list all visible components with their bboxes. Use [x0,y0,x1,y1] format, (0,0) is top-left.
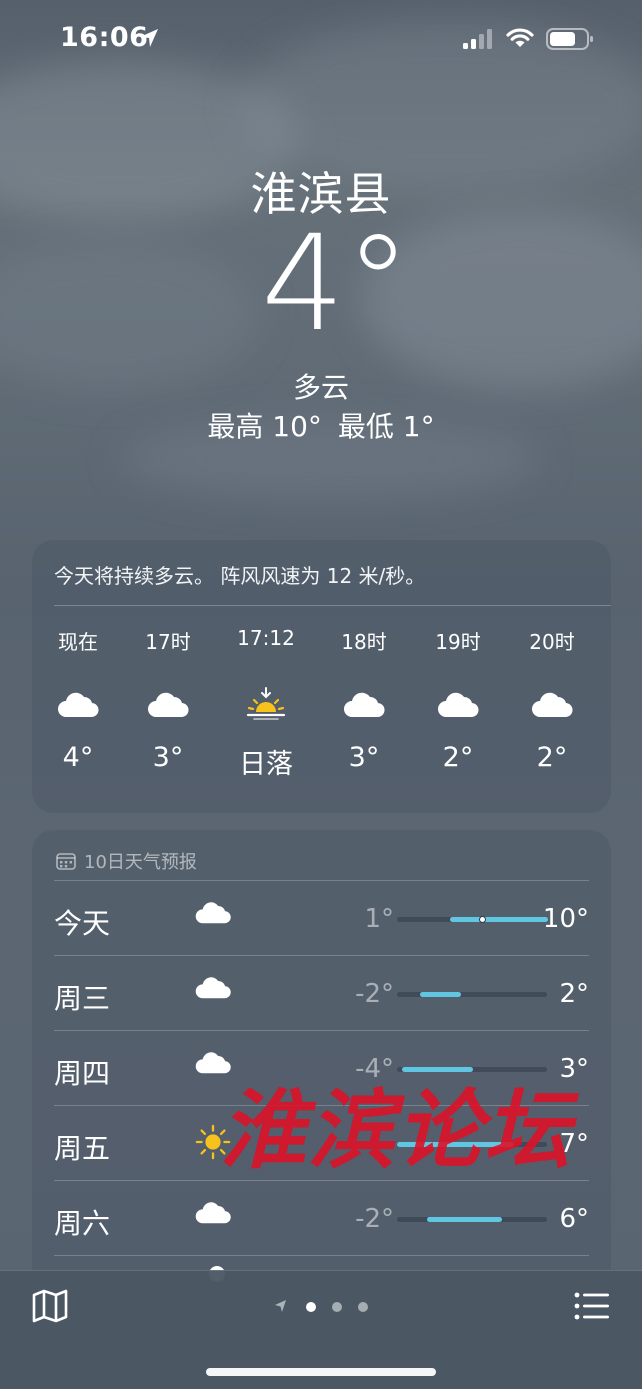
location-arrow-icon [140,29,158,47]
hour-label: 17:12 [237,626,295,650]
day-name: 周六 [54,1207,111,1240]
hour-label: 18时 [341,630,387,654]
temperature-range-fill [397,1142,514,1147]
calendar-icon [56,853,76,870]
hour-temperature: 日落 [239,749,293,780]
cloud-icon [194,898,234,938]
sunset-icon [244,686,288,726]
temperature-range-bar [397,992,547,997]
cloud-icon [56,686,100,726]
cloud-icon [194,973,234,1013]
high-temperature: 7° [559,1129,589,1159]
temperature-range-bar [397,1142,547,1147]
ten-day-title: 10日天气预报 [84,852,197,873]
forecast-day-row[interactable]: 周五 7° [54,1106,589,1181]
wifi-icon [506,28,534,47]
divider [54,605,611,606]
temperature-range-bar [397,1217,547,1222]
cloud-icon [342,686,386,726]
low-temperature: -2° [355,979,394,1009]
high-temperature: 2° [559,979,589,1009]
hourly-item: 现在 4° [38,626,118,773]
page-dot [332,1302,342,1312]
cloud-icon [436,686,480,726]
page-dot-active [306,1302,316,1312]
hourly-item: 17时 3° [128,626,208,773]
hour-label: 20时 [529,630,575,654]
cellular-signal-icon [463,29,492,49]
map-icon[interactable] [32,1289,68,1323]
high-temperature: 10° [542,904,589,934]
status-bar: 16:06 [0,0,642,80]
temperature-range-bar [397,916,548,923]
hourly-item: 20时 2° [512,626,592,773]
hourly-item: 18时 3° [324,626,404,773]
day-name: 周五 [54,1132,111,1165]
battery-icon [546,28,593,50]
current-temp-marker [479,916,486,923]
day-name: 周三 [54,982,111,1015]
hour-temperature: 4° [62,742,94,773]
hourly-summary: 今天将持续多云。 阵风风速为 12 米/秒。 [54,564,426,588]
current-temperature: 4° [261,207,411,361]
cloud-icon [146,686,190,726]
page-dot [358,1302,368,1312]
high-temperature: 3° [559,1054,589,1084]
high-temperature: 6° [559,1204,589,1234]
hour-label: 现在 [58,630,98,654]
ten-day-header: 10日天气预报 [56,848,197,874]
hour-temperature: 3° [152,742,184,773]
hourly-item: 17:12 日落 [226,626,306,781]
list-icon[interactable] [574,1291,610,1321]
low-temperature: -2° [355,1204,394,1234]
page-indicator[interactable] [272,1297,372,1317]
low-temperature: 1° [364,904,394,934]
temperature-range-fill [427,1217,502,1222]
forecast-day-row[interactable]: 周四 -4° 3° [54,1031,589,1106]
low-temperature: -4° [355,1054,394,1084]
location-arrow-icon [275,1300,286,1312]
low-temperature: 最低 1° [337,410,435,443]
forecast-day-row[interactable]: 周三 -2° 2° [54,956,589,1031]
hour-label: 17时 [145,630,191,654]
cloud-icon [194,1048,234,1088]
forecast-day-row[interactable]: 周六 -2° 6° [54,1181,589,1256]
hourly-item: 19时 2° [418,626,498,773]
high-low: 最高 10° 最低 1° [0,405,642,445]
hourly-forecast-card[interactable]: 今天将持续多云。 阵风风速为 12 米/秒。 现在 4° 17时 3° 17:12 日落 1… [32,540,611,813]
high-temperature: 最高 10° [207,410,322,443]
forecast-day-row[interactable]: 今天 1° 10° [54,881,589,956]
temperature-range-fill [420,992,461,997]
divider [54,1255,589,1256]
day-name: 今天 [54,907,111,940]
temperature-range-bar [397,1067,547,1072]
hour-temperature: 2° [442,742,474,773]
day-name: 周四 [54,1057,111,1090]
cloud-icon [194,1198,234,1238]
cloud-icon [530,686,574,726]
hour-temperature: 3° [348,742,380,773]
home-indicator[interactable] [206,1368,436,1376]
hour-label: 19时 [435,630,481,654]
bottom-toolbar [0,1270,642,1389]
ten-day-forecast-card[interactable]: 10日天气预报 今天 1° 10° 周三 -2° 2° 周四 -4° 3° 周五 7° 周六 -2° 6° [32,830,611,1290]
sun-icon [194,1123,234,1163]
status-time: 16:06 [60,22,149,53]
current-condition: 多云 [292,371,349,404]
temperature-range-fill [402,1067,473,1072]
hour-temperature: 2° [536,742,568,773]
